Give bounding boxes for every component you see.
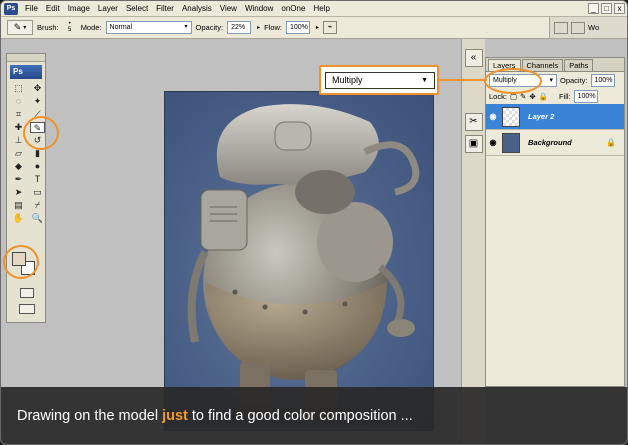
layers-panel: Layers Channels Paths Multiply ▾ Opacity:…	[485, 57, 625, 387]
menu-view[interactable]: View	[216, 1, 241, 17]
notes-icon[interactable]: ▤	[11, 200, 26, 211]
menu-layer[interactable]: Layer	[94, 1, 122, 17]
airbrush-icon[interactable]: ⌁	[323, 21, 338, 34]
menu-select[interactable]: Select	[122, 1, 152, 17]
callout-blend-mode-value: Multiply	[332, 74, 363, 85]
marquee-icon[interactable]: ⬚	[11, 83, 26, 94]
menu-help[interactable]: Help	[309, 1, 333, 17]
brush-size: 5	[68, 27, 72, 33]
toolbox: Ps ⬚ ✥ ◌ ✦ ⌗ ⟋ ✚ ✎ ⊥ ↺ ▱ ▮ ◆ ● ✒ T ➤ ▭ ▤…	[6, 53, 46, 323]
shape-icon[interactable]: ▭	[30, 187, 45, 198]
callout-blend-mode-field: Multiply ▼	[325, 71, 435, 89]
mode-label: Mode:	[80, 23, 102, 32]
chevron-down-icon: ▼	[421, 76, 428, 84]
robot-render-image	[187, 104, 420, 427]
eyedropper-icon[interactable]: ⌿	[30, 200, 45, 211]
flow-field[interactable]: 100%	[286, 21, 310, 34]
move-icon[interactable]: ✥	[30, 83, 45, 94]
blur-icon[interactable]: ◆	[11, 161, 26, 172]
foreground-swatch-highlight-ring	[3, 245, 39, 279]
fill-field[interactable]: 100%	[573, 89, 598, 103]
zoom-icon[interactable]: 🔍	[30, 213, 45, 224]
lasso-icon[interactable]: ◌	[11, 96, 26, 107]
minimize-button[interactable]: _	[588, 3, 599, 14]
workspace-label: Wo	[588, 23, 600, 32]
tool-grid: ⬚ ✥ ◌ ✦ ⌗ ⟋ ✚ ✎ ⊥ ↺ ▱ ▮ ◆ ● ✒ T ➤ ▭ ▤ ⌿ …	[7, 83, 45, 224]
menu-file[interactable]: File	[21, 1, 42, 17]
opacity-field[interactable]: 22%	[227, 21, 252, 34]
panel-dock: « ✂ ▣	[461, 39, 485, 444]
menu-filter[interactable]: Filter	[152, 1, 178, 17]
close-button[interactable]: x	[614, 3, 625, 14]
blend-mode-callout: Multiply ▼	[319, 65, 439, 95]
lock-move-icon[interactable]: ✥	[529, 92, 535, 101]
document-canvas[interactable]	[164, 91, 434, 431]
fill-label: Fill:	[558, 91, 571, 101]
caption-bar: Drawing on the model just to find a good…	[1, 387, 627, 444]
layer-name: Background	[528, 138, 572, 147]
opacity-label: Opacity:	[195, 23, 224, 32]
options-bar: ✎ ▾ Brush: • 5 Mode: Normal ▾ Opacity: 22% …	[1, 17, 627, 39]
lock-icon: 🔒	[606, 138, 616, 147]
tool-preset-picker[interactable]: ✎ ▾	[7, 20, 33, 35]
brush-size-picker[interactable]: • 5	[63, 21, 77, 34]
chevron-down-icon: ▾	[23, 25, 27, 31]
caption-text-after: to find a good color composition ...	[187, 408, 413, 424]
history-panel-icon[interactable]: ▣	[464, 135, 483, 153]
screen-mode-icon[interactable]	[19, 304, 35, 314]
menu-image[interactable]: Image	[64, 1, 94, 17]
mode-select[interactable]: Normal ▾	[105, 21, 192, 34]
window-controls: _ □ x	[588, 3, 625, 14]
workspace-area	[47, 39, 461, 444]
tools-panel-icon[interactable]: ✂	[464, 113, 483, 131]
hand-icon[interactable]: ✋	[11, 213, 26, 224]
restore-button[interactable]: □	[601, 3, 612, 14]
eye-icon[interactable]: ◉	[486, 138, 500, 147]
layer-thumbnail	[502, 132, 520, 153]
ps-icon: Ps	[4, 2, 18, 15]
quick-mask-icon[interactable]	[20, 288, 34, 298]
layer-name: Layer 2	[528, 112, 555, 121]
eraser-icon[interactable]: ▱	[11, 148, 26, 159]
opacity-slider-arrow-icon[interactable]: ▸	[257, 24, 260, 31]
menu-edit[interactable]: Edit	[42, 1, 64, 17]
menu-onone[interactable]: onOne	[277, 1, 309, 17]
layer-opacity-field[interactable]: 100%	[590, 73, 615, 87]
menu-analysis[interactable]: Analysis	[178, 1, 216, 17]
blend-mode-highlight-ring	[484, 68, 542, 94]
menu-window[interactable]: Window	[241, 1, 277, 17]
toolbox-logo[interactable]: Ps	[10, 65, 42, 79]
brush-label: Brush:	[37, 23, 59, 32]
lock-icon[interactable]: 🔒	[539, 92, 548, 101]
flow-slider-arrow-icon[interactable]: ▸	[316, 24, 319, 31]
caption-text-before: Drawing on the model	[17, 408, 163, 424]
screenshot-frame: Ps File Edit Image Layer Select Filter A…	[0, 0, 628, 445]
tab-paths[interactable]: Paths	[564, 59, 594, 71]
palette-well-icon[interactable]	[554, 21, 568, 34]
layer-row-layer-2[interactable]: ◉ Layer 2	[486, 104, 624, 130]
chevron-down-icon: ▾	[184, 24, 188, 30]
toolbox-header[interactable]	[7, 54, 45, 62]
dodge-icon[interactable]: ●	[30, 161, 45, 172]
type-icon[interactable]: T	[30, 174, 45, 185]
flow-label: Flow:	[264, 23, 282, 32]
callout-connector	[439, 79, 487, 81]
eye-icon[interactable]: ◉	[486, 112, 500, 121]
crop-icon[interactable]: ⌗	[11, 109, 26, 120]
workspace-switcher[interactable]: Wo	[549, 17, 627, 38]
brush-tool-highlight-ring	[23, 116, 59, 150]
menu-bar: Ps File Edit Image Layer Select Filter A…	[1, 1, 627, 17]
chevron-down-icon: ▾	[549, 76, 553, 84]
wand-icon[interactable]: ✦	[30, 96, 45, 107]
layer-opacity-label: Opacity:	[560, 75, 588, 85]
layer-row-background[interactable]: ◉ Background 🔒	[486, 130, 624, 156]
layer-thumbnail	[502, 106, 520, 127]
bridge-icon[interactable]	[571, 21, 585, 34]
path-select-icon[interactable]: ➤	[11, 187, 26, 198]
mode-value: Normal	[109, 24, 133, 31]
dock-collapse-icon[interactable]: «	[464, 49, 483, 67]
caption-highlight: just	[162, 408, 188, 424]
pen-icon[interactable]: ✒	[11, 174, 26, 185]
brush-icon: ✎	[13, 22, 22, 32]
